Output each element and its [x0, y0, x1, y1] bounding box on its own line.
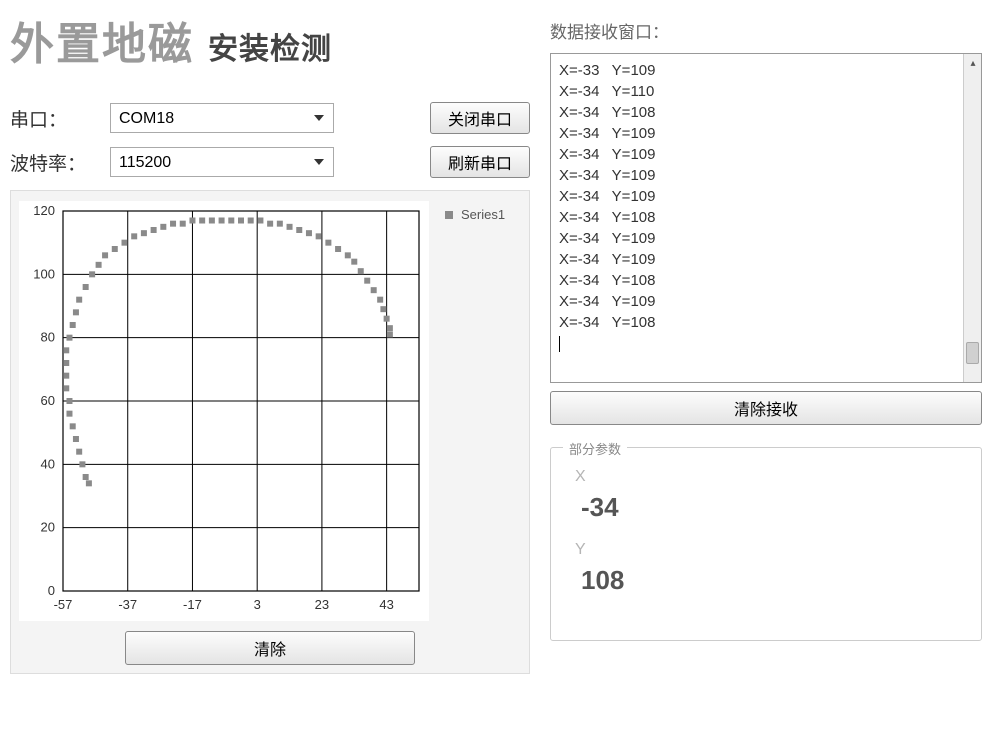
title-main: 外置地磁 — [10, 8, 194, 72]
svg-text:-17: -17 — [183, 597, 202, 612]
param-y-value: 108 — [581, 565, 957, 596]
refresh-port-button[interactable]: 刷新串口 — [430, 146, 530, 178]
scroll-up-icon[interactable]: ▴ — [964, 54, 982, 72]
param-x-value: -34 — [581, 492, 957, 523]
svg-text:43: 43 — [379, 597, 393, 612]
chart-legend: Series1 — [445, 207, 505, 222]
baud-label: 波特率： — [10, 149, 100, 176]
svg-text:23: 23 — [315, 597, 329, 612]
params-legend: 部分参数 — [563, 439, 627, 458]
svg-text:120: 120 — [33, 203, 55, 218]
svg-text:20: 20 — [41, 520, 55, 535]
recv-content: X=-33 Y=109 X=-34 Y=110 X=-34 Y=108 X=-3… — [551, 54, 981, 360]
chart-panel: -57 -37 -17 3 23 43 0 20 40 60 80 100 120 Series1 清除 — [10, 190, 530, 674]
legend-label: Series1 — [461, 207, 505, 222]
svg-text:40: 40 — [41, 456, 55, 471]
baud-select[interactable]: 115200 — [110, 147, 334, 177]
svg-text:60: 60 — [41, 393, 55, 408]
clear-chart-button[interactable]: 清除 — [125, 631, 415, 665]
param-y-label: Y — [575, 541, 957, 559]
svg-text:-37: -37 — [118, 597, 137, 612]
param-x-label: X — [575, 468, 957, 486]
svg-text:100: 100 — [33, 266, 55, 281]
page-title: 外置地磁 安装检测 — [10, 8, 530, 72]
recv-scrollbar[interactable]: ▴ — [963, 54, 981, 382]
svg-text:80: 80 — [41, 330, 55, 345]
scatter-chart: -57 -37 -17 3 23 43 0 20 40 60 80 100 120 — [19, 201, 429, 621]
recv-window-label: 数据接收窗口： — [550, 18, 982, 43]
legend-marker-icon — [445, 211, 453, 219]
svg-text:0: 0 — [48, 583, 55, 598]
port-select[interactable]: COM18 — [110, 103, 334, 133]
scroll-thumb[interactable] — [966, 342, 979, 364]
clear-recv-button[interactable]: 清除接收 — [550, 391, 982, 425]
recv-window[interactable]: X=-33 Y=109 X=-34 Y=110 X=-34 Y=108 X=-3… — [550, 53, 982, 383]
title-sub: 安装检测 — [208, 24, 332, 68]
svg-text:3: 3 — [254, 597, 261, 612]
svg-text:-57: -57 — [54, 597, 73, 612]
close-port-button[interactable]: 关闭串口 — [430, 102, 530, 134]
params-fieldset: 部分参数 X -34 Y 108 — [550, 447, 982, 641]
port-label: 串口： — [10, 105, 100, 132]
